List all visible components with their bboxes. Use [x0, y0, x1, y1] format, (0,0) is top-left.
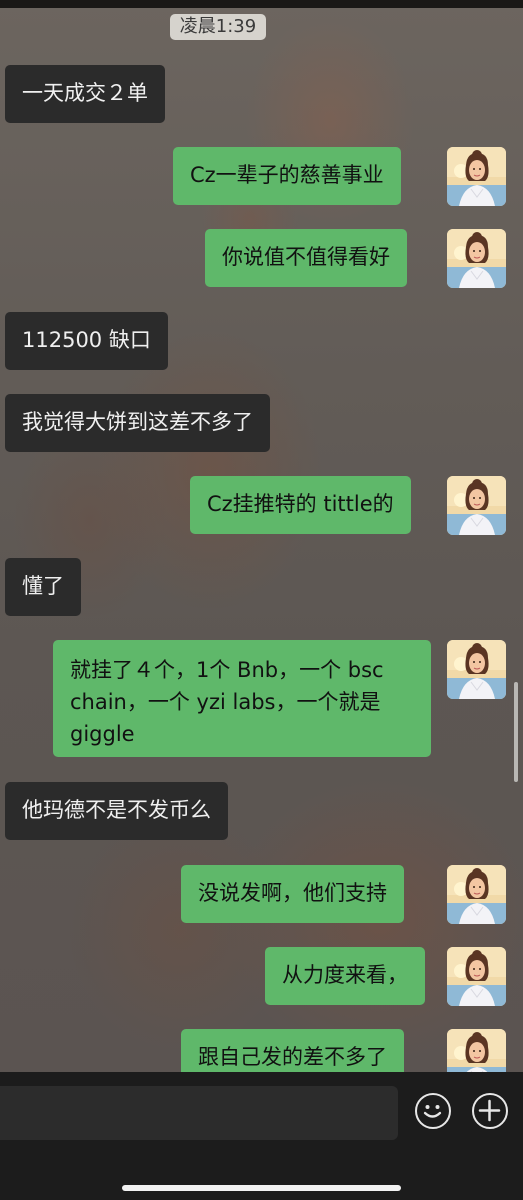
status-bar: [0, 0, 523, 8]
message-received[interactable]: 他玛德不是不发币么: [5, 782, 228, 840]
user-avatar[interactable]: [447, 147, 506, 206]
user-avatar[interactable]: [447, 229, 506, 288]
message-sent[interactable]: 你说值不值得看好: [205, 229, 407, 287]
message-input[interactable]: [0, 1086, 398, 1140]
user-avatar[interactable]: [447, 865, 506, 924]
scrollbar[interactable]: [514, 682, 518, 782]
user-avatar[interactable]: [447, 640, 506, 699]
plus-icon[interactable]: [472, 1093, 508, 1129]
timestamp: 凌晨1:39: [170, 14, 266, 40]
message-received[interactable]: 我觉得大饼到这差不多了: [5, 394, 270, 452]
message-sent[interactable]: 从力度来看，: [265, 947, 425, 1005]
user-avatar[interactable]: [447, 947, 506, 1006]
message-sent[interactable]: Cz挂推特的 tittle的: [190, 476, 411, 534]
message-received[interactable]: 懂了: [5, 558, 81, 616]
message-sent[interactable]: 没说发啊，他们支持: [181, 865, 404, 923]
message-sent[interactable]: 就挂了４个，1个 Bnb，一个 bsc chain，一个 yzi labs，一个…: [53, 640, 431, 757]
message-sent[interactable]: Cz一辈子的慈善事业: [173, 147, 401, 205]
user-avatar[interactable]: [447, 476, 506, 535]
message-received[interactable]: 一天成交２单: [5, 65, 165, 123]
message-received[interactable]: 112500 缺口: [5, 312, 168, 370]
home-indicator[interactable]: [122, 1185, 401, 1191]
emoji-icon[interactable]: [415, 1093, 451, 1129]
